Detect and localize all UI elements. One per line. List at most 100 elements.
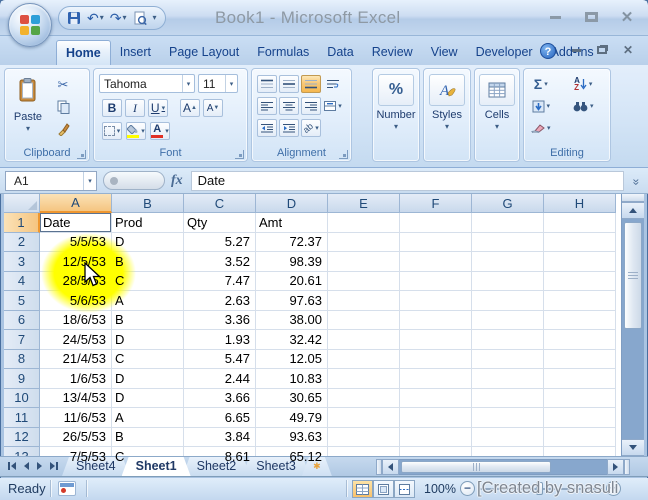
normal-view-button[interactable] (352, 480, 373, 498)
cell-e3[interactable] (328, 252, 400, 272)
cell-a11[interactable]: 11/6/53 (40, 408, 112, 428)
borders-button[interactable]: ▾ (102, 122, 122, 140)
cell-h11[interactable] (544, 408, 616, 428)
cell-g8[interactable] (472, 350, 544, 370)
cell-c1[interactable]: Qty (184, 213, 256, 233)
horizontal-scrollbar[interactable] (376, 459, 630, 475)
cell-d4[interactable]: 20.61 (256, 272, 328, 292)
tab-developer[interactable]: Developer (467, 40, 542, 65)
cell-g7[interactable] (472, 330, 544, 350)
row-header-12[interactable]: 12 (4, 428, 40, 448)
cell-c10[interactable]: 3.66 (184, 389, 256, 409)
cell-f8[interactable] (400, 350, 472, 370)
font-family-select[interactable]: Tahoma▾ (99, 74, 195, 93)
cell-a9[interactable]: 1/6/53 (40, 369, 112, 389)
shrink-font-button[interactable]: A▼ (203, 99, 223, 117)
scroll-left-button[interactable] (382, 459, 399, 475)
name-box[interactable]: A1▾ (5, 171, 97, 191)
zoom-out-button[interactable]: − (460, 481, 475, 496)
merge-center-button[interactable]: ▾ (323, 97, 343, 115)
cell-a12[interactable]: 26/5/53 (40, 428, 112, 448)
copy-button[interactable] (53, 98, 73, 116)
column-header-g[interactable]: G (472, 194, 544, 213)
find-select-button[interactable]: ▾ (572, 97, 595, 115)
workbook-close-button[interactable]: ✕ (618, 42, 638, 58)
cell-f1[interactable] (400, 213, 472, 233)
cell-g12[interactable] (472, 428, 544, 448)
cell-g6[interactable] (472, 311, 544, 331)
cell-e10[interactable] (328, 389, 400, 409)
cell-f3[interactable] (400, 252, 472, 272)
chevron-down-icon[interactable]: ▾ (225, 75, 237, 92)
align-middle-button[interactable] (279, 75, 299, 93)
number-format-button[interactable]: % Number ▾ (377, 74, 415, 131)
cell-f4[interactable] (400, 272, 472, 292)
row-header-8[interactable]: 8 (4, 350, 40, 370)
cell-d10[interactable]: 30.65 (256, 389, 328, 409)
redo-dropdown-icon[interactable]: ▾ (122, 11, 126, 25)
next-sheet-button[interactable] (37, 462, 42, 470)
cell-g2[interactable] (472, 233, 544, 253)
cell-a10[interactable]: 13/4/53 (40, 389, 112, 409)
cell-c5[interactable]: 2.63 (184, 291, 256, 311)
cell-f11[interactable] (400, 408, 472, 428)
horizontal-scroll-thumb[interactable] (401, 461, 551, 473)
row-header-2[interactable]: 2 (4, 233, 40, 253)
cell-e12[interactable] (328, 428, 400, 448)
tab-review[interactable]: Review (363, 40, 422, 65)
align-left-button[interactable] (257, 97, 277, 115)
cell-b5[interactable]: A (112, 291, 184, 311)
cell-d11[interactable]: 49.79 (256, 408, 328, 428)
number-dropdown-icon[interactable]: ▾ (394, 122, 398, 131)
paste-button[interactable]: Paste ▾ (9, 74, 47, 133)
cell-e9[interactable] (328, 369, 400, 389)
column-header-a[interactable]: A (40, 194, 112, 213)
cell-h12[interactable] (544, 428, 616, 448)
undo-button[interactable]: ↶▾ (87, 11, 104, 25)
print-preview-button[interactable] (133, 11, 147, 26)
cell-d2[interactable]: 72.37 (256, 233, 328, 253)
tab-split-handle[interactable] (624, 459, 630, 475)
cell-d12[interactable]: 93.63 (256, 428, 328, 448)
cell-e1[interactable] (328, 213, 400, 233)
align-right-button[interactable] (301, 97, 321, 115)
cell-c8[interactable]: 5.47 (184, 350, 256, 370)
row-header-4[interactable]: 4 (4, 272, 40, 292)
cell-c9[interactable]: 2.44 (184, 369, 256, 389)
scroll-down-button[interactable] (622, 439, 644, 456)
cells-button[interactable]: Cells ▾ (478, 74, 516, 131)
column-header-f[interactable]: F (400, 194, 472, 213)
wrap-text-button[interactable] (323, 75, 343, 93)
cell-g9[interactable] (472, 369, 544, 389)
cell-b7[interactable]: D (112, 330, 184, 350)
cell-c3[interactable]: 3.52 (184, 252, 256, 272)
styles-dropdown-icon[interactable]: ▾ (445, 122, 449, 131)
row-header-11[interactable]: 11 (4, 408, 40, 428)
cell-g5[interactable] (472, 291, 544, 311)
align-top-button[interactable] (257, 75, 277, 93)
cell-d1[interactable]: Amt (256, 213, 328, 233)
row-header-6[interactable]: 6 (4, 311, 40, 331)
bold-button[interactable]: B (102, 99, 122, 117)
cell-b9[interactable]: D (112, 369, 184, 389)
previous-sheet-button[interactable] (24, 462, 29, 470)
row-header-9[interactable]: 9 (4, 369, 40, 389)
cell-f10[interactable] (400, 389, 472, 409)
chevron-down-icon[interactable]: ▾ (182, 75, 194, 92)
cell-c11[interactable]: 6.65 (184, 408, 256, 428)
cell-d7[interactable]: 32.42 (256, 330, 328, 350)
cell-h2[interactable] (544, 233, 616, 253)
row-header-5[interactable]: 5 (4, 291, 40, 311)
tab-home[interactable]: Home (56, 40, 111, 65)
format-painter-button[interactable] (53, 120, 73, 138)
page-layout-view-button[interactable] (373, 480, 394, 498)
cut-button[interactable]: ✂ (53, 76, 73, 94)
macro-record-button[interactable] (58, 481, 76, 496)
cell-a1[interactable]: Date (40, 213, 112, 233)
tab-formulas[interactable]: Formulas (248, 40, 318, 65)
styles-button[interactable]: A Styles ▾ (428, 74, 466, 131)
office-button[interactable] (8, 3, 52, 47)
cell-a8[interactable]: 21/4/53 (40, 350, 112, 370)
underline-button[interactable]: U▾ (148, 99, 168, 117)
cell-e11[interactable] (328, 408, 400, 428)
